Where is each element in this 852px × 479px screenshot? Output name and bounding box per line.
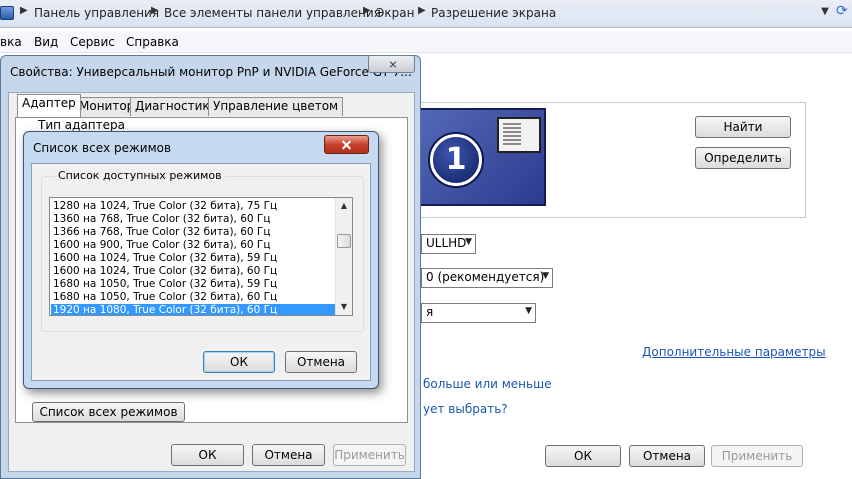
properties-cancel-button[interactable]: Отмена xyxy=(252,444,325,466)
list-item[interactable]: 1366 на 768, True Color (32 бита), 60 Гц xyxy=(51,226,336,239)
available-modes-label: Список доступных режимов xyxy=(55,169,225,182)
properties-ok-button[interactable]: ОК xyxy=(171,444,244,466)
scroll-down-icon[interactable]: ▼ xyxy=(336,299,352,315)
display-select-value: ULLHD xyxy=(426,236,467,250)
menu-tools[interactable]: Сервис xyxy=(70,35,115,49)
scroll-thumb[interactable] xyxy=(337,234,351,248)
scroll-up-icon[interactable]: ▲ xyxy=(336,198,352,214)
tab-color-management[interactable]: Управление цветом xyxy=(208,97,344,116)
properties-close-button[interactable] xyxy=(368,55,415,73)
advanced-settings-link[interactable]: Дополнительные параметры xyxy=(642,345,826,359)
modes-scrollbar[interactable]: ▲ ▼ xyxy=(335,198,352,315)
adapter-type-label: Тип адаптера xyxy=(38,118,125,132)
apply-button[interactable]: Применить xyxy=(711,445,803,467)
list-item[interactable]: 1360 на 768, True Color (32 бита), 60 Гц xyxy=(51,213,336,226)
properties-apply-button[interactable]: Применить xyxy=(333,444,406,466)
address-dropdown-icon[interactable]: ▼ xyxy=(818,6,832,20)
modes-cancel-button[interactable]: Отмена xyxy=(285,351,357,373)
resolution-select-value: 0 (рекомендуется) xyxy=(426,270,545,284)
tab-adapter[interactable]: Адаптер xyxy=(17,94,81,117)
orientation-select-value: я xyxy=(426,305,434,319)
list-item[interactable]: 1600 на 900, True Color (32 бита), 60 Гц xyxy=(51,239,336,252)
list-all-modes-button[interactable]: Список всех режимов xyxy=(32,402,185,422)
breadcrumb-screen-resolution[interactable]: Разрешение экрана xyxy=(431,6,556,20)
modes-listbox[interactable]: 1280 на 1024, True Color (32 бита), 75 Г… xyxy=(49,197,353,316)
list-item[interactable]: 1600 на 1024, True Color (32 бита), 60 Г… xyxy=(51,265,336,278)
ok-button[interactable]: ОК xyxy=(545,445,621,467)
breadcrumb-separator[interactable]: ▶ xyxy=(418,5,426,16)
breadcrumb-separator[interactable]: ▶ xyxy=(363,5,371,16)
breadcrumb-control-panel[interactable]: Панель управления xyxy=(34,6,159,20)
list-item[interactable]: 1280 на 1024, True Color (32 бита), 75 Г… xyxy=(51,200,336,213)
list-item-selected[interactable]: 1920 на 1080, True Color (32 бита), 60 Г… xyxy=(51,304,336,315)
text-size-link[interactable]: больше или меньше xyxy=(423,377,551,391)
monitor-icon xyxy=(497,117,541,153)
which-settings-link[interactable]: ует выбрать? xyxy=(423,402,508,416)
identify-button[interactable]: Найти xyxy=(695,116,791,138)
modes-list-dialog: Список всех режимов Список доступных реж… xyxy=(23,131,379,389)
chevron-down-icon: ▼ xyxy=(525,306,532,316)
modes-dialog-title: Список всех режимов xyxy=(33,141,172,155)
breadcrumb-all-items[interactable]: Все элементы панели управления xyxy=(164,6,381,20)
modes-dialog-body: Список доступных режимов 1280 на 1024, T… xyxy=(31,163,371,381)
menu-help[interactable]: Справка xyxy=(126,35,179,49)
list-item[interactable]: 1680 на 1050, True Color (32 бита), 60 Г… xyxy=(51,291,336,304)
modes-ok-button[interactable]: ОК xyxy=(203,351,275,373)
menu-view[interactable]: Вид xyxy=(34,35,58,49)
cancel-button[interactable]: Отмена xyxy=(629,445,705,467)
detect-button[interactable]: Определить xyxy=(695,147,791,169)
list-item[interactable]: 1600 на 1024, True Color (32 бита), 59 Г… xyxy=(51,252,336,265)
orientation-select[interactable]: я ▼ xyxy=(421,303,536,323)
chevron-down-icon: ▼ xyxy=(542,271,549,281)
properties-dialog-title: Свойства: Универсальный монитор PnP и NV… xyxy=(10,65,412,79)
breadcrumb-separator[interactable]: ▶ xyxy=(151,5,159,16)
menu-edit[interactable]: вка xyxy=(0,35,22,49)
resolution-select[interactable]: 0 (рекомендуется) ▼ xyxy=(421,268,553,288)
refresh-icon[interactable]: ⟳ xyxy=(836,3,852,23)
chevron-down-icon: ▼ xyxy=(465,237,472,247)
modes-close-button[interactable] xyxy=(324,135,369,154)
address-bar: ▶ Панель управления ▶ Все элементы панел… xyxy=(0,0,852,28)
list-item[interactable]: 1680 на 1050, True Color (32 бита), 59 Г… xyxy=(51,278,336,291)
control-panel-icon xyxy=(0,6,14,20)
breadcrumb-separator[interactable]: ▶ xyxy=(20,5,28,16)
monitor-number-badge: 1 xyxy=(430,134,482,186)
display-select[interactable]: ULLHD ▼ xyxy=(421,234,476,254)
breadcrumb-display[interactable]: Экран xyxy=(376,6,414,20)
menu-bar: вка Вид Сервис Справка xyxy=(0,31,852,53)
